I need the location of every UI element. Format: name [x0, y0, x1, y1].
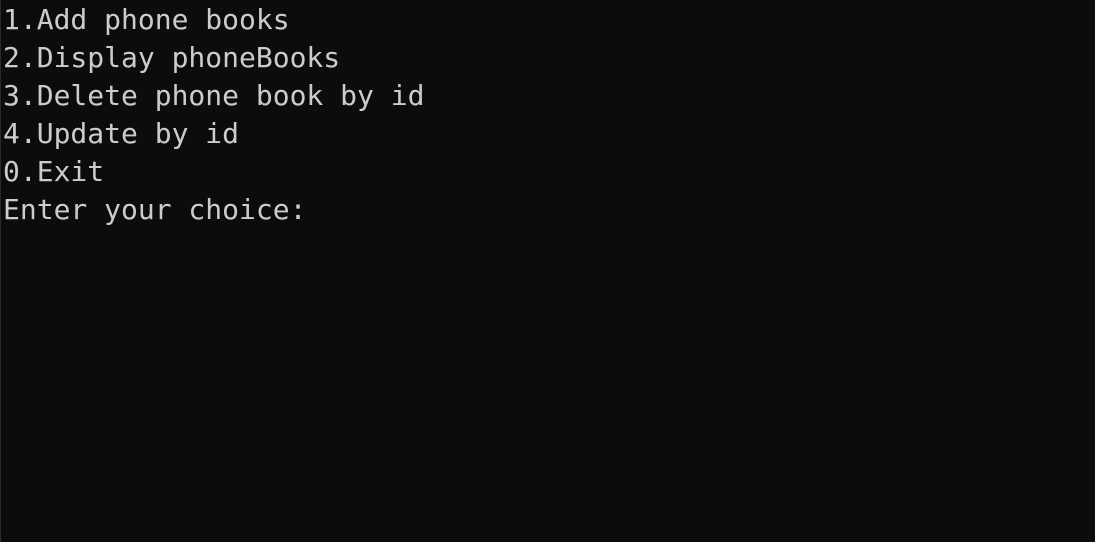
- prompt-row: Enter your choice:: [3, 191, 1095, 229]
- menu-item-add-phone-books: 1.Add phone books: [3, 3, 290, 36]
- menu-item-update-by-id: 4.Update by id: [3, 117, 240, 150]
- menu-item-exit: 0.Exit: [3, 155, 105, 188]
- choice-input[interactable]: [306, 191, 907, 229]
- menu-item-delete-by-id: 3.Delete phone book by id: [3, 79, 425, 112]
- choice-prompt: Enter your choice:: [3, 193, 307, 226]
- console-window[interactable]: 1.Add phone books 2.Display phoneBooks 3…: [0, 0, 1095, 542]
- menu-item-display-phonebooks: 2.Display phoneBooks: [3, 41, 341, 74]
